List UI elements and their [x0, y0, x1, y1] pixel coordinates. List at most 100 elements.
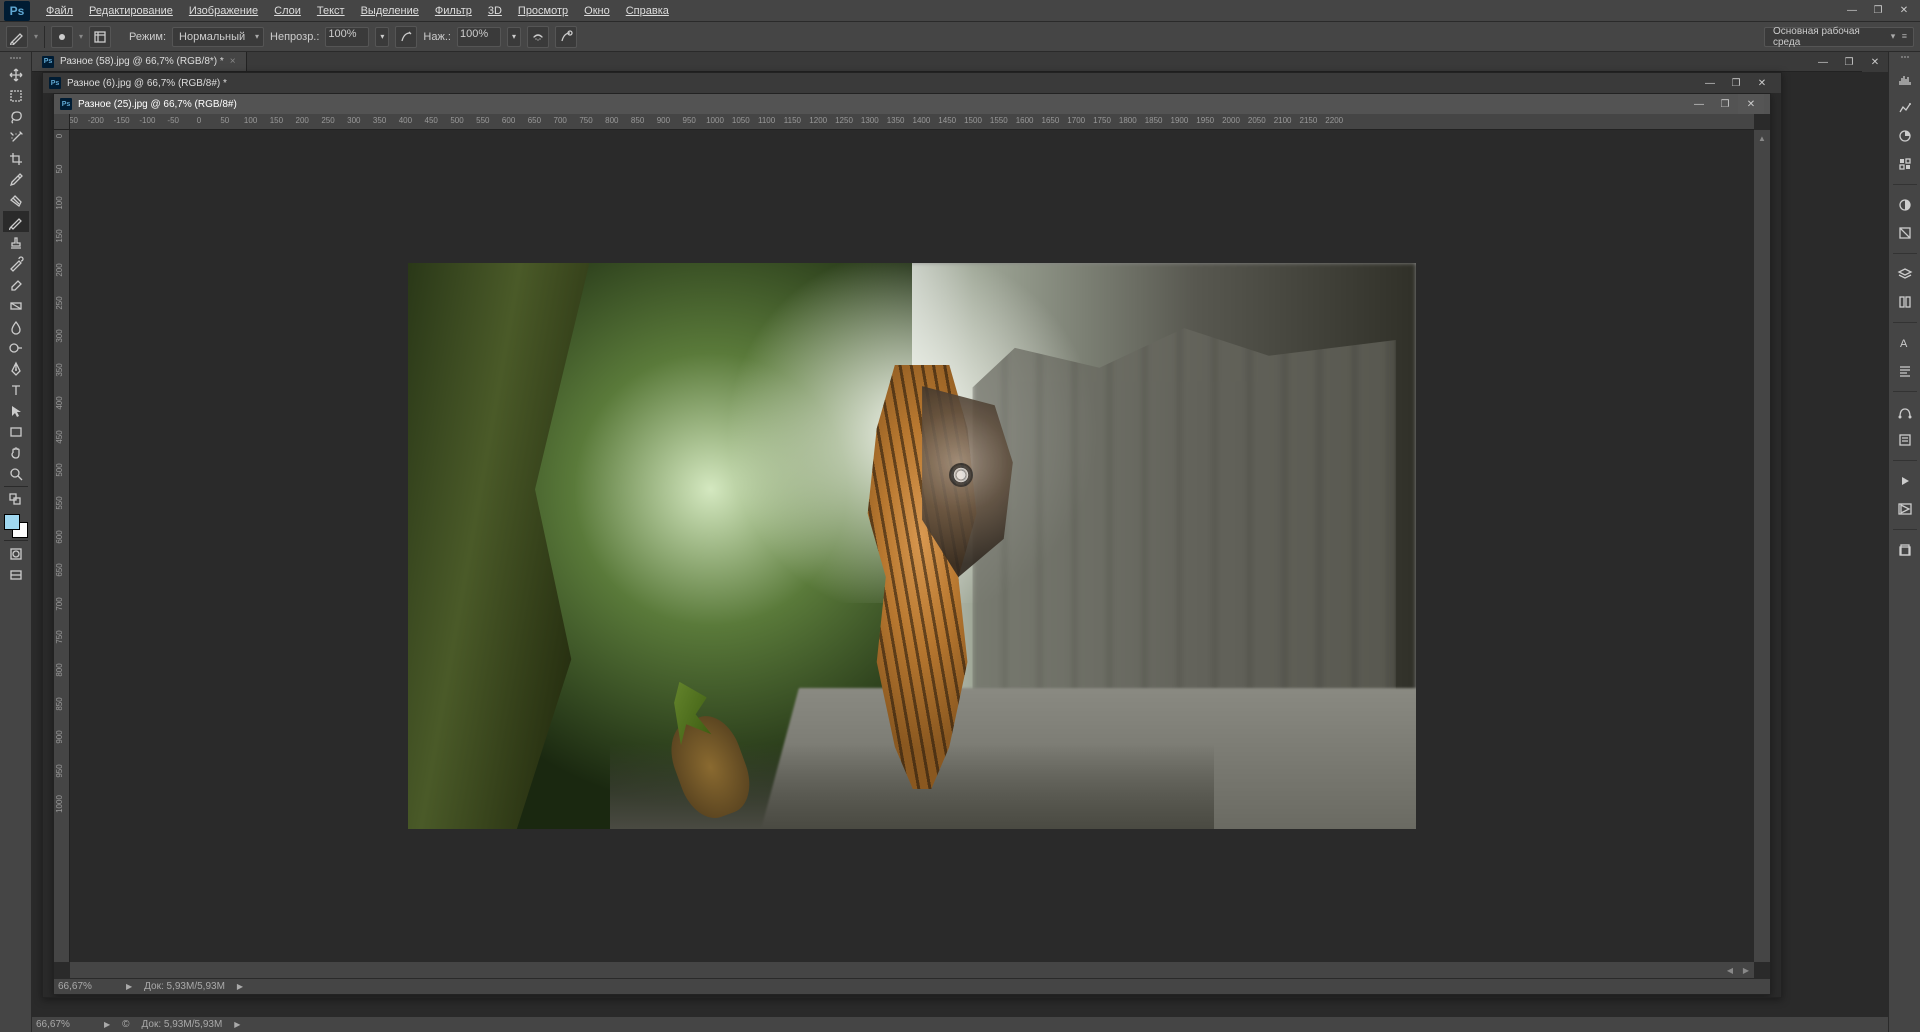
mid-doc-minimize[interactable]: ―: [1697, 73, 1723, 93]
rectangle-tool[interactable]: [3, 421, 29, 442]
vertical-scrollbar[interactable]: ▲: [1754, 130, 1770, 962]
pressure-size-toggle[interactable]: [555, 26, 577, 48]
stamp-tool[interactable]: [3, 232, 29, 253]
flow-slider-toggle[interactable]: ▾: [507, 27, 521, 47]
blend-mode-dropdown[interactable]: Нормальный: [172, 27, 264, 47]
mode-label: Режим:: [129, 31, 166, 43]
workspace-selector[interactable]: Основная рабочая среда: [1764, 27, 1914, 47]
menu-layers[interactable]: Слои: [266, 3, 309, 19]
properties-panel-icon[interactable]: [1893, 428, 1917, 452]
type-tool[interactable]: [3, 379, 29, 400]
adjustments-panel-icon[interactable]: [1893, 193, 1917, 217]
mid-doc-close[interactable]: ✕: [1749, 73, 1775, 93]
inner-doc-info: Док: 5,93M/5,93M: [144, 981, 225, 992]
inner-zoom-menu[interactable]: ▶: [126, 982, 132, 991]
hand-tool[interactable]: [3, 442, 29, 463]
swatches-panel-icon[interactable]: [1893, 152, 1917, 176]
pen-tool[interactable]: [3, 358, 29, 379]
toolbox: [0, 52, 32, 1032]
current-tool-icon[interactable]: [6, 26, 28, 48]
healing-brush-tool[interactable]: [3, 190, 29, 211]
brush-preset-picker[interactable]: [51, 26, 73, 48]
ruler-origin[interactable]: [54, 114, 70, 130]
menu-text[interactable]: Текст: [309, 3, 353, 19]
color-panel-icon[interactable]: [1893, 124, 1917, 148]
outer-zoom-menu[interactable]: ▶: [104, 1020, 110, 1029]
menu-view[interactable]: Просмотр: [510, 3, 576, 19]
menu-window[interactable]: Окно: [576, 3, 618, 19]
canvas[interactable]: [408, 263, 1416, 829]
history-brush-tool[interactable]: [3, 253, 29, 274]
vertical-ruler[interactable]: 0501001502002503003504004505005506006507…: [54, 130, 70, 962]
layers-panel-icon[interactable]: [1893, 262, 1917, 286]
move-tool[interactable]: [3, 64, 29, 85]
channels-panel-icon[interactable]: [1893, 290, 1917, 314]
opacity-input[interactable]: 100%: [325, 27, 369, 47]
hscroll-right[interactable]: ▶: [1738, 962, 1754, 978]
zoom-tool[interactable]: [3, 463, 29, 484]
eraser-tool[interactable]: [3, 274, 29, 295]
styles-panel-icon[interactable]: [1893, 221, 1917, 245]
horizontal-ruler[interactable]: -250-200-150-100-50050100150200250300350…: [70, 114, 1754, 130]
outer-doc-tab[interactable]: Ps Разное (58).jpg @ 66,7% (RGB/8*) * ×: [32, 52, 247, 71]
tool-preset-dropdown[interactable]: ▾: [34, 32, 38, 41]
default-colors[interactable]: [3, 489, 29, 510]
brush-panel-toggle[interactable]: [89, 26, 111, 48]
marquee-tool[interactable]: [3, 85, 29, 106]
canvas-viewport[interactable]: [70, 130, 1754, 962]
menu-file[interactable]: Файл: [38, 3, 81, 19]
paragraph-panel-icon[interactable]: [1893, 359, 1917, 383]
airbrush-toggle[interactable]: [527, 26, 549, 48]
blur-tool[interactable]: [3, 316, 29, 337]
outer-doc-restore[interactable]: ❐: [1836, 52, 1862, 72]
histogram-panel-icon[interactable]: [1893, 68, 1917, 92]
flow-input[interactable]: 100%: [457, 27, 501, 47]
outer-info-menu[interactable]: ▶: [234, 1020, 240, 1029]
character-panel-icon[interactable]: A: [1893, 331, 1917, 355]
outer-doc-minimize[interactable]: ―: [1810, 52, 1836, 72]
timeline-panel-icon[interactable]: [1893, 497, 1917, 521]
menu-help[interactable]: Справка: [618, 3, 677, 19]
gradient-tool[interactable]: [3, 295, 29, 316]
screen-mode-toggle[interactable]: [3, 564, 29, 585]
toolbox-grip[interactable]: [2, 54, 30, 62]
inner-info-menu[interactable]: ▶: [237, 982, 243, 991]
hscroll-left[interactable]: ◀: [1722, 962, 1738, 978]
outer-doc-close[interactable]: ✕: [1862, 52, 1888, 72]
inner-doc-minimize[interactable]: ―: [1686, 94, 1712, 114]
menu-select[interactable]: Выделение: [353, 3, 427, 19]
quick-mask-toggle[interactable]: [3, 543, 29, 564]
window-close[interactable]: ✕: [1892, 3, 1916, 19]
inner-zoom-level[interactable]: 66,67%: [58, 981, 114, 992]
window-restore[interactable]: ❐: [1866, 3, 1890, 19]
menu-filter[interactable]: Фильтр: [427, 3, 480, 19]
inner-doc-restore[interactable]: ❐: [1712, 94, 1738, 114]
brush-tool[interactable]: [3, 211, 29, 232]
paths-panel-icon[interactable]: [1893, 400, 1917, 424]
magic-wand-tool[interactable]: [3, 127, 29, 148]
menubar: Ps Файл Редактирование Изображение Слои …: [0, 0, 1920, 22]
dodge-tool[interactable]: [3, 337, 29, 358]
path-select-tool[interactable]: [3, 400, 29, 421]
dock-grip[interactable]: [1891, 56, 1919, 62]
outer-tab-close[interactable]: ×: [230, 56, 236, 67]
eyedropper-tool[interactable]: [3, 169, 29, 190]
menu-edit[interactable]: Редактирование: [81, 3, 181, 19]
mid-doc-restore[interactable]: ❐: [1723, 73, 1749, 93]
crop-tool[interactable]: [3, 148, 29, 169]
inner-doc-close[interactable]: ✕: [1738, 94, 1764, 114]
mid-window-titlebar[interactable]: Ps Разное (6).jpg @ 66,7% (RGB/8#) * ― ❐…: [43, 73, 1781, 93]
actions-panel-icon[interactable]: [1893, 469, 1917, 493]
menu-3d[interactable]: 3D: [480, 3, 510, 19]
history-panel-icon[interactable]: [1893, 538, 1917, 562]
menu-image[interactable]: Изображение: [181, 3, 266, 19]
inner-window-titlebar[interactable]: Ps Разное (25).jpg @ 66,7% (RGB/8#) ― ❐ …: [54, 94, 1770, 114]
navigator-panel-icon[interactable]: [1893, 96, 1917, 120]
lasso-tool[interactable]: [3, 106, 29, 127]
color-swatches[interactable]: [4, 514, 28, 538]
foreground-color[interactable]: [4, 514, 20, 530]
opacity-slider-toggle[interactable]: ▾: [375, 27, 389, 47]
pressure-opacity-toggle[interactable]: [395, 26, 417, 48]
window-minimize[interactable]: ―: [1840, 3, 1864, 19]
outer-zoom-level[interactable]: 66,67%: [36, 1019, 92, 1030]
